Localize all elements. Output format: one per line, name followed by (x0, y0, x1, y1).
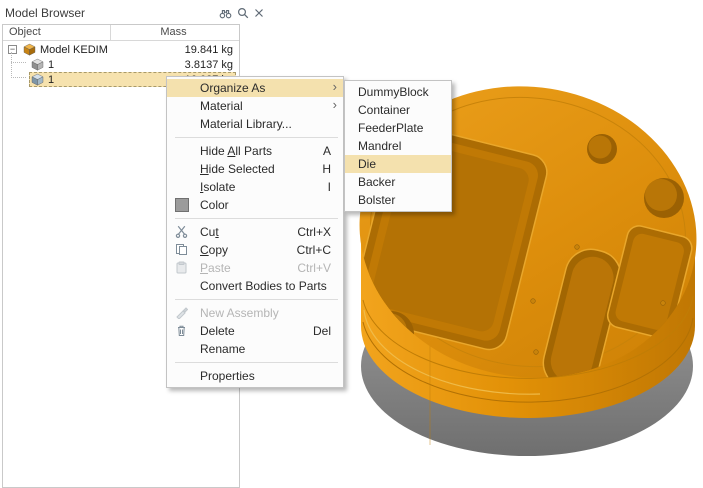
context-menu: Organize As › Material › Material Library...… (166, 76, 344, 388)
menu-item-properties[interactable]: Properties (167, 367, 343, 385)
menu-shortcut: I (328, 178, 331, 196)
menu-separator (175, 137, 338, 138)
tree-item-label: 1 (48, 59, 54, 71)
tree-item-label: 1 (48, 74, 54, 86)
tree-row-model-kedim-0[interactable]: − Model KEDIM 19.841 kg (3, 42, 237, 57)
menu-item-label: New Assembly (200, 306, 279, 320)
menu-shortcut: Del (313, 322, 331, 340)
menu-separator (175, 299, 338, 300)
tree-connector-line (11, 62, 26, 63)
menu-item-label: Hide All Parts (200, 144, 272, 158)
submenu-item-mandrel[interactable]: Mandrel (345, 137, 451, 155)
menu-item-label: Hide Selected (200, 162, 275, 176)
tree-item-label: Model KEDIM (40, 44, 108, 56)
part-cube-gray-icon (31, 58, 44, 71)
menu-item-label: Rename (200, 342, 245, 356)
panel-toolbar (219, 7, 264, 19)
menu-item-label: Organize As (200, 81, 265, 95)
cut-icon (175, 225, 189, 239)
menu-shortcut: Ctrl+V (297, 259, 331, 277)
submenu-item-container[interactable]: Container (345, 101, 451, 119)
menu-item-cut[interactable]: Cut Ctrl+X (167, 223, 343, 241)
tree-item-mass: 3.8137 kg (185, 59, 233, 71)
menu-separator (175, 218, 338, 219)
menu-item-label: Paste (200, 261, 231, 275)
menu-item-label: Material Library... (200, 117, 292, 131)
submenu-arrow-icon: › (333, 96, 337, 114)
column-header-object[interactable]: Object (9, 26, 41, 38)
menu-item-copy[interactable]: Copy Ctrl+C (167, 241, 343, 259)
menu-shortcut: Ctrl+C (297, 241, 331, 259)
tree-item-mass: 19.841 kg (185, 44, 233, 56)
copy-icon (175, 243, 189, 257)
model-assembly-icon (23, 43, 36, 56)
close-icon[interactable] (254, 8, 264, 18)
menu-item-label: Color (200, 198, 229, 212)
submenu-arrow-icon: › (333, 78, 337, 96)
find-icon[interactable] (219, 8, 232, 19)
menu-item-convert-bodies-to-parts[interactable]: Convert Bodies to Parts (167, 277, 343, 295)
submenu-item-dummyblock[interactable]: DummyBlock (345, 83, 451, 101)
new-assembly-icon (175, 306, 189, 320)
menu-item-label: Material (200, 99, 243, 113)
menu-item-rename[interactable]: Rename (167, 340, 343, 358)
submenu-item-die[interactable]: Die (345, 155, 451, 173)
menu-item-material[interactable]: Material › (167, 97, 343, 115)
submenu-item-backer[interactable]: Backer (345, 173, 451, 191)
organize-as-submenu: DummyBlockContainerFeederPlateMandrelDie… (344, 80, 452, 212)
menu-item-color[interactable]: Color (167, 196, 343, 214)
menu-item-paste[interactable]: Paste Ctrl+V (167, 259, 343, 277)
tree-connector-line (11, 77, 26, 78)
menu-item-label: Isolate (200, 180, 235, 194)
color-swatch-icon (175, 198, 189, 212)
expand-collapse-box[interactable]: − (8, 45, 17, 54)
menu-shortcut: H (322, 160, 331, 178)
menu-item-label: Copy (200, 243, 228, 257)
menu-item-label: Convert Bodies to Parts (200, 279, 327, 293)
menu-separator (175, 362, 338, 363)
menu-item-hide-selected[interactable]: Hide Selected H (167, 160, 343, 178)
submenu-item-feederplate[interactable]: FeederPlate (345, 119, 451, 137)
menu-item-label: Cut (200, 225, 219, 239)
tree-column-header[interactable]: Object Mass (3, 25, 239, 41)
column-header-mass[interactable]: Mass (110, 26, 237, 38)
paste-icon (175, 261, 189, 275)
submenu-item-bolster[interactable]: Bolster (345, 191, 451, 209)
panel-title: Model Browser (5, 6, 85, 20)
menu-item-organize-as[interactable]: Organize As › (167, 79, 343, 97)
menu-item-delete[interactable]: Delete Del (167, 322, 343, 340)
part-cube-blue-icon (31, 73, 44, 86)
menu-item-isolate[interactable]: Isolate I (167, 178, 343, 196)
menu-shortcut: Ctrl+X (297, 223, 331, 241)
menu-item-new-assembly[interactable]: New Assembly (167, 304, 343, 322)
menu-shortcut: A (323, 142, 331, 160)
zoom-icon[interactable] (237, 7, 249, 19)
delete-icon (175, 324, 189, 338)
menu-item-label: Properties (200, 369, 255, 383)
tree-row-1-1[interactable]: 1 3.8137 kg (3, 57, 237, 72)
menu-item-material-library[interactable]: Material Library... (167, 115, 343, 133)
tree-connector-line (11, 52, 12, 78)
menu-item-hide-all-parts[interactable]: Hide All Parts A (167, 142, 343, 160)
menu-item-label: Delete (200, 324, 235, 338)
